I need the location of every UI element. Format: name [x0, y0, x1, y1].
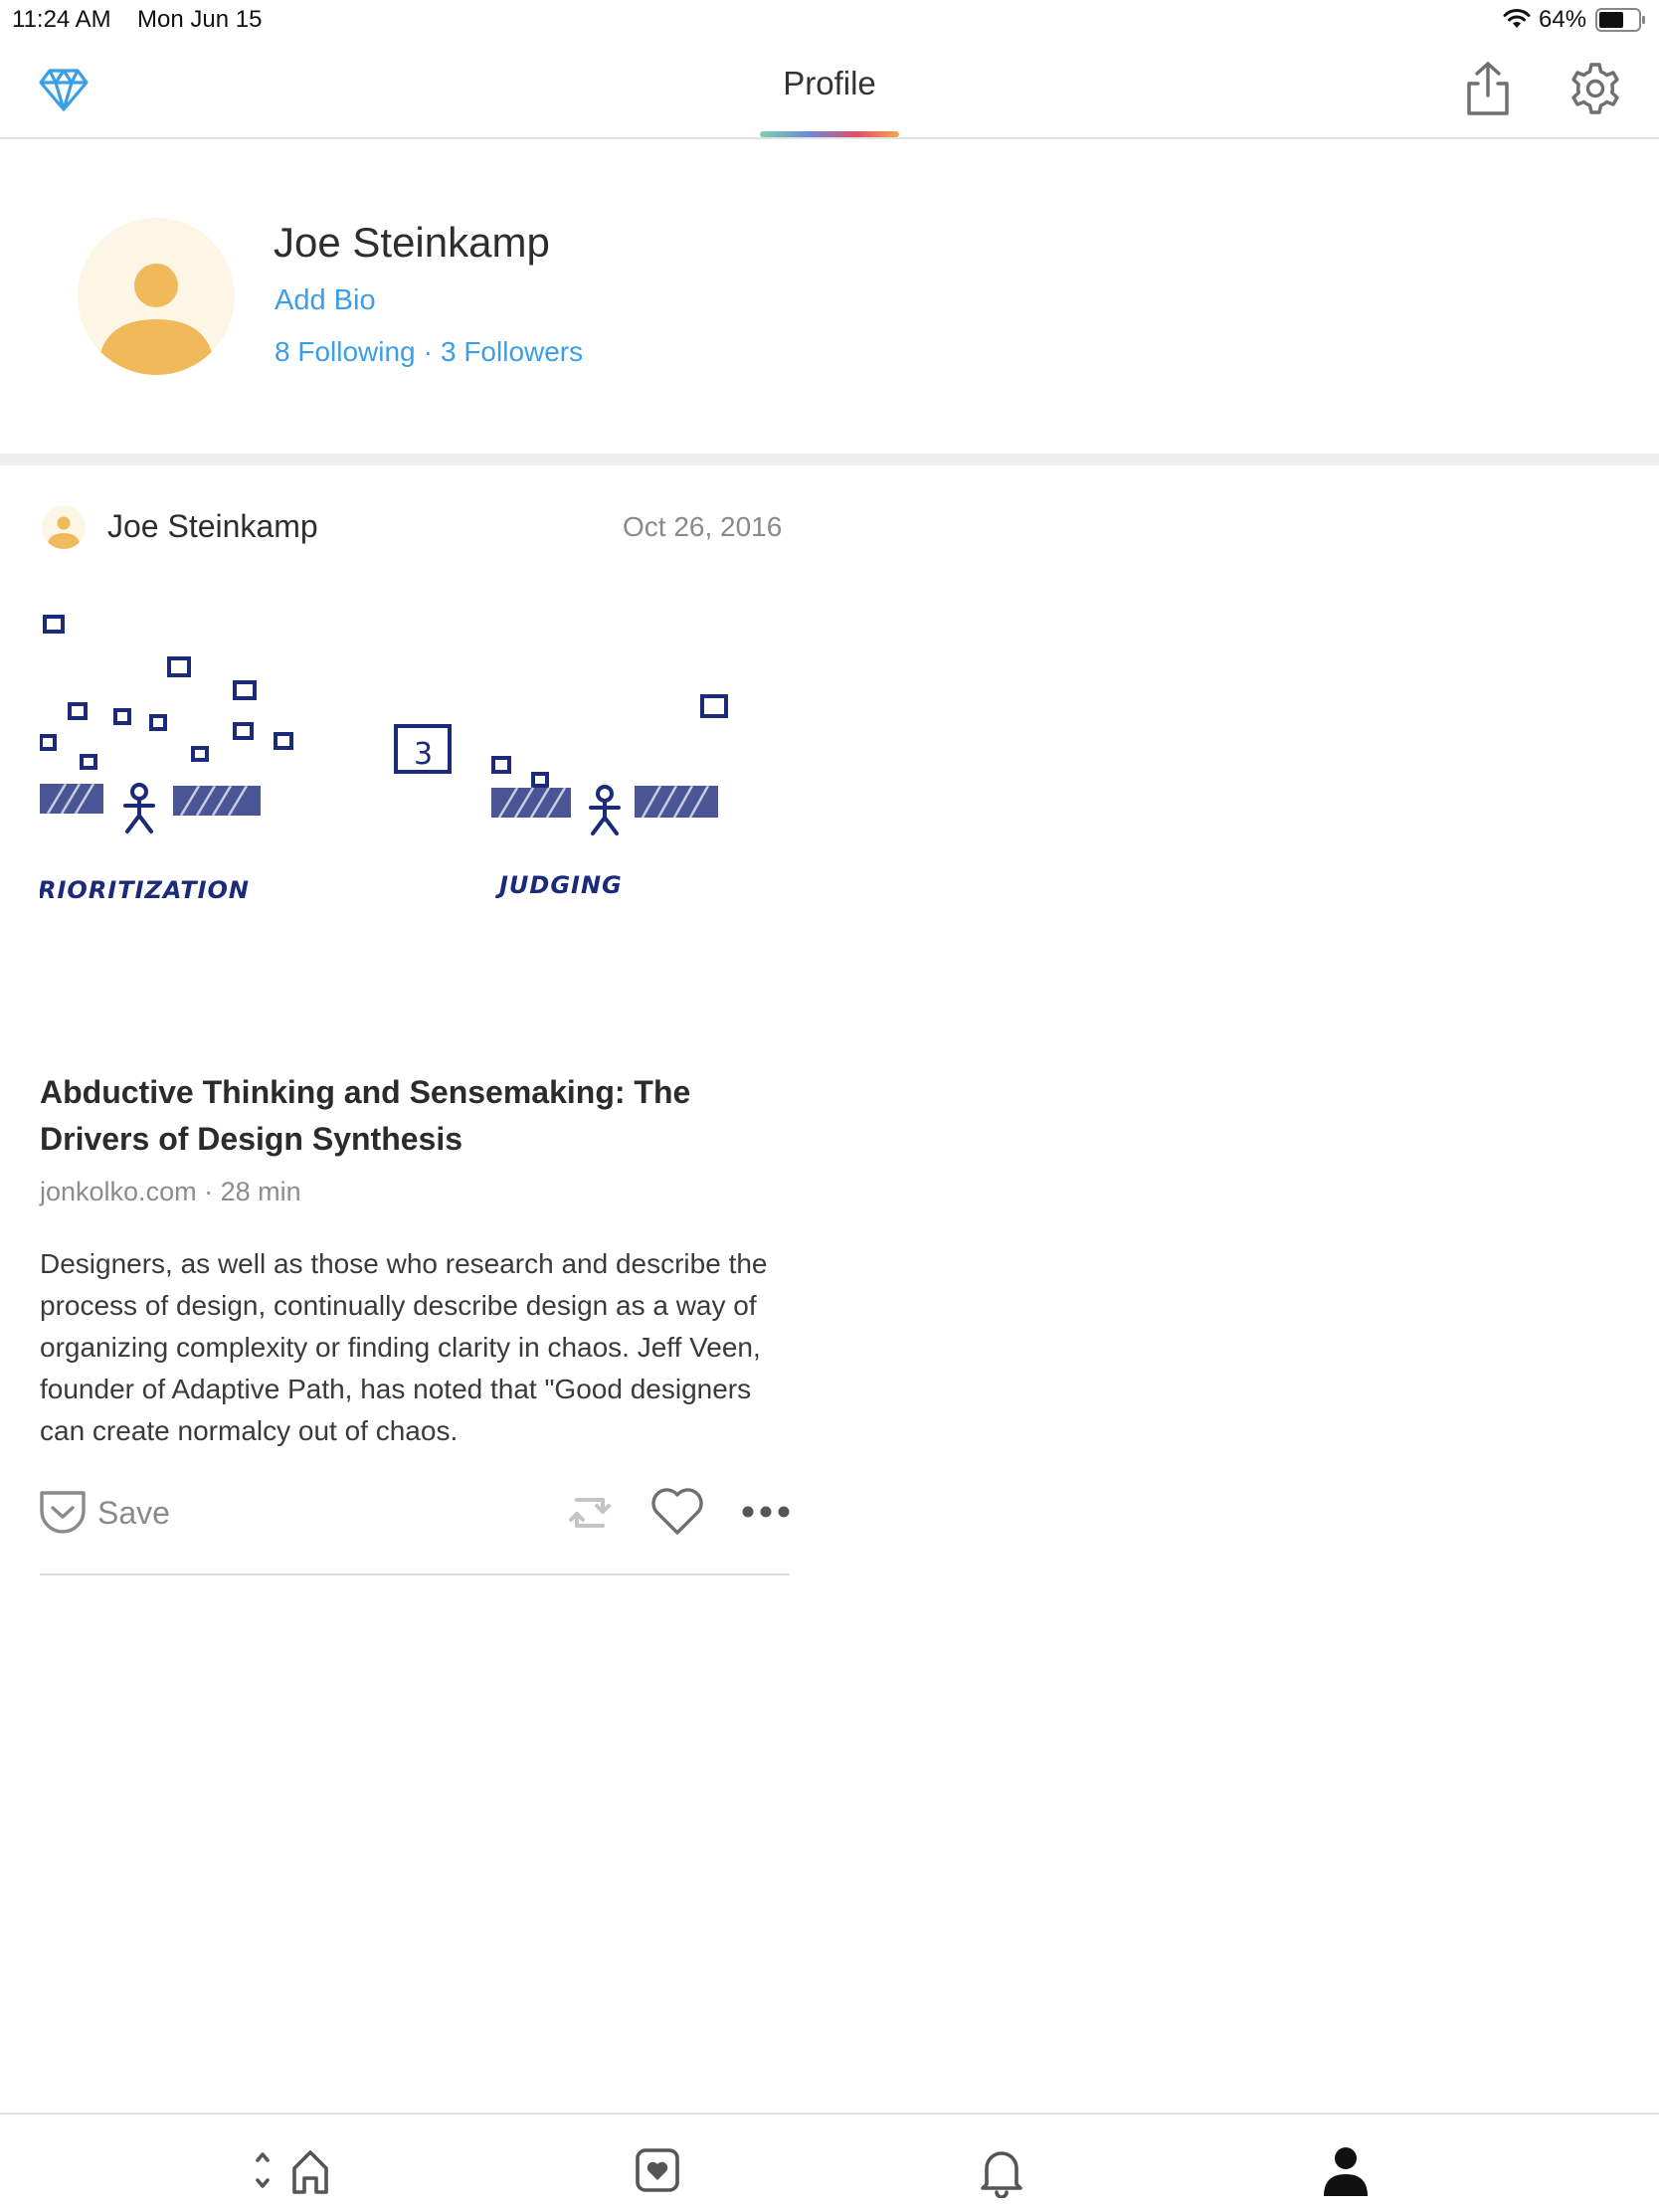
sketch-number-label: 3: [414, 737, 433, 772]
person-placeholder-icon: [97, 264, 215, 375]
avatar[interactable]: [78, 218, 235, 375]
section-divider: [0, 454, 1659, 465]
follow-stats: 8 Following · 3 Followers: [275, 336, 583, 368]
add-bio-link[interactable]: Add Bio: [275, 284, 376, 317]
post-author-name[interactable]: Joe Steinkamp: [107, 508, 318, 545]
post-divider: [40, 1573, 790, 1575]
status-time: 11:24 AM: [12, 6, 111, 33]
share-icon[interactable]: [1460, 60, 1516, 117]
top-nav-bar: Profile: [0, 40, 1659, 139]
person-icon[interactable]: [1321, 2142, 1371, 2198]
followers-link[interactable]: 3 Followers: [441, 336, 583, 367]
status-bar: 11:24 AM Mon Jun 15 64%: [0, 0, 1659, 40]
heart-icon[interactable]: [650, 1486, 704, 1538]
home-icon[interactable]: [253, 2142, 338, 2198]
profile-name: Joe Steinkamp: [274, 219, 550, 266]
active-title-indicator: [760, 131, 899, 137]
battery-icon: [1595, 8, 1645, 32]
battery-percent: 64%: [1539, 6, 1587, 33]
post-date: Oct 26, 2016: [623, 511, 783, 542]
article-title[interactable]: Abductive Thinking and Sensemaking: The …: [40, 1069, 796, 1163]
repost-icon[interactable]: [563, 1488, 617, 1538]
article-excerpt[interactable]: Designers, as well as those who research…: [40, 1243, 796, 1452]
bookmark-icon[interactable]: [633, 2142, 682, 2198]
article-sketch-image[interactable]: 3 RIORITIZATION JUDGING: [40, 597, 756, 955]
bell-icon[interactable]: [977, 2142, 1026, 2198]
article-meta: jonkolko.com · 28 min: [40, 1177, 301, 1206]
more-options-icon[interactable]: [740, 1500, 792, 1524]
person-placeholder-icon: [47, 516, 81, 549]
save-button[interactable]: Save: [38, 1488, 170, 1538]
post-author-avatar[interactable]: [42, 505, 86, 549]
stats-separator: ·: [423, 336, 433, 367]
sketch-label-prioritization: RIORITIZATION: [40, 876, 250, 904]
bottom-tab-bar: [0, 2113, 1659, 2212]
status-date: Mon Jun 15: [137, 6, 263, 33]
gear-icon[interactable]: [1567, 61, 1623, 116]
sketch-label-judging: JUDGING: [495, 871, 623, 899]
diamond-icon[interactable]: [38, 65, 90, 114]
page-title: Profile: [783, 65, 876, 101]
save-label: Save: [97, 1494, 170, 1531]
following-link[interactable]: 8 Following: [275, 336, 416, 367]
wifi-icon: [1503, 9, 1531, 28]
bookmark-icon: [40, 1491, 86, 1534]
